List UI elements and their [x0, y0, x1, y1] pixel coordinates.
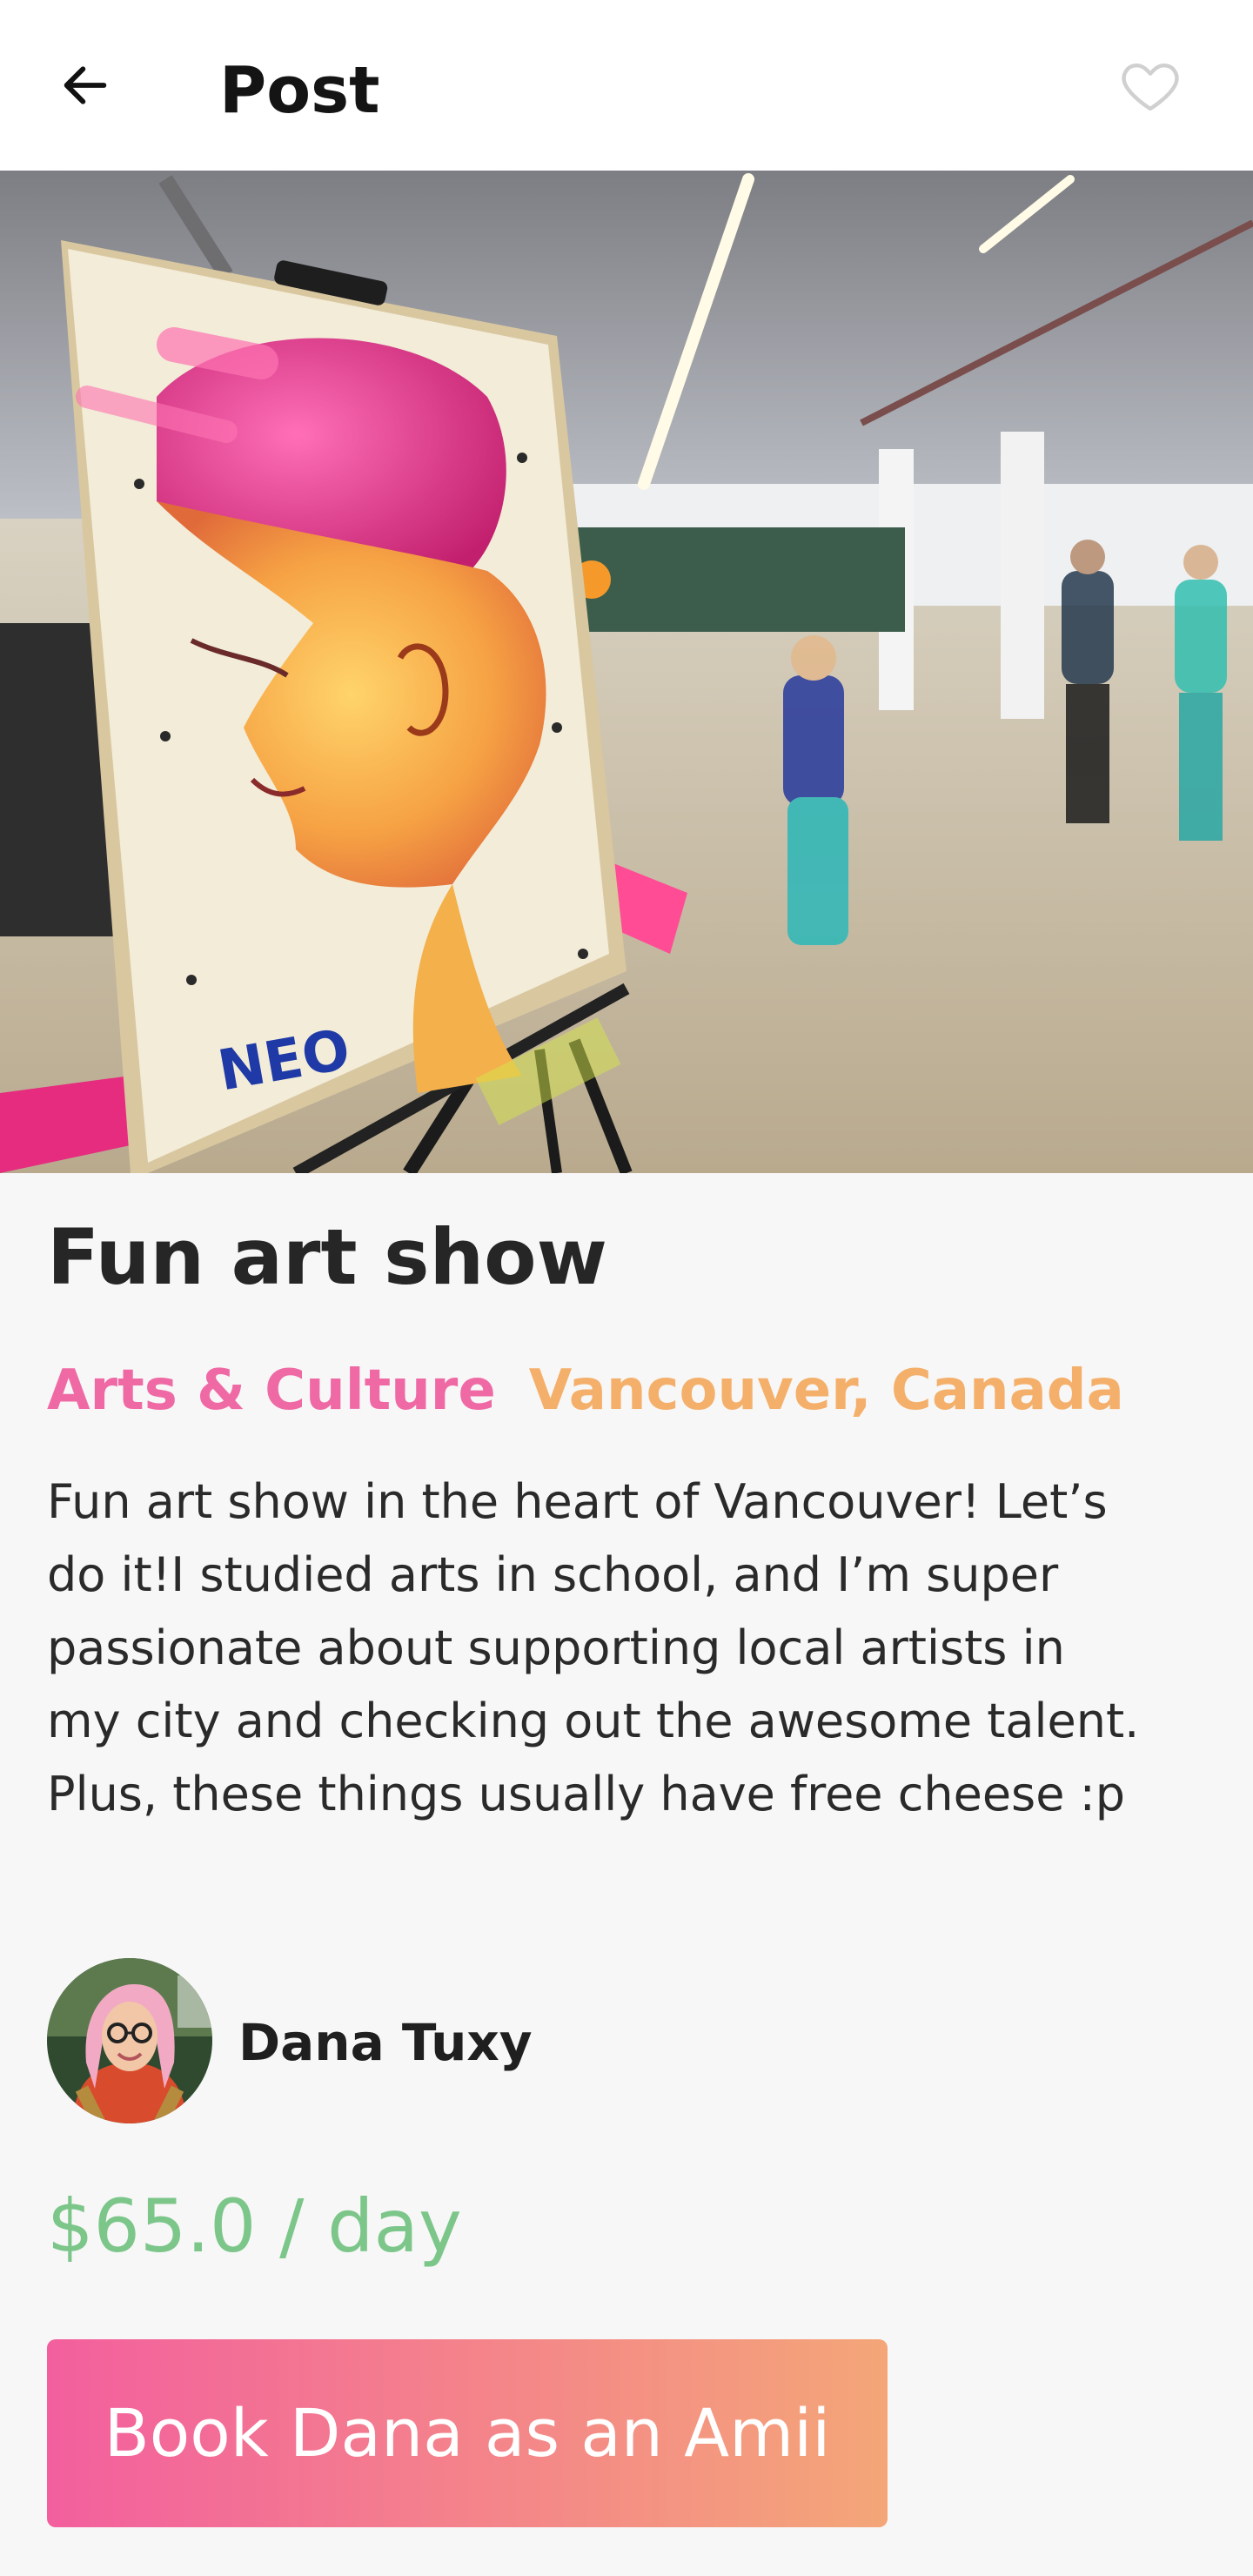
avatar[interactable]: [47, 1958, 212, 2123]
app-bar: Post: [0, 0, 1253, 171]
back-button[interactable]: [45, 45, 125, 125]
location-tag[interactable]: Vancouver, Canada: [529, 1358, 1124, 1423]
category-tag[interactable]: Arts & Culture: [47, 1358, 496, 1423]
heart-outline-icon: [1122, 63, 1179, 111]
book-button[interactable]: Book Dana as an Amii: [47, 2339, 888, 2527]
price-per-day: $65.0 / day: [47, 2184, 462, 2269]
post-description: Fun art show in the heart of Vancouver! …: [47, 1474, 1140, 1821]
post-tags: Arts & Culture Vancouver, Canada: [47, 1356, 1124, 1426]
book-button-label: Book Dana as an Amii: [104, 2394, 831, 2472]
post-title: Fun art show: [47, 1212, 607, 1302]
host-name[interactable]: Dana Tuxy: [238, 2012, 533, 2073]
favorite-button[interactable]: [1109, 44, 1192, 127]
page-title: Post: [219, 53, 380, 128]
post-photo: NEO: [0, 171, 1253, 1173]
arrow-left-icon: [64, 66, 107, 104]
